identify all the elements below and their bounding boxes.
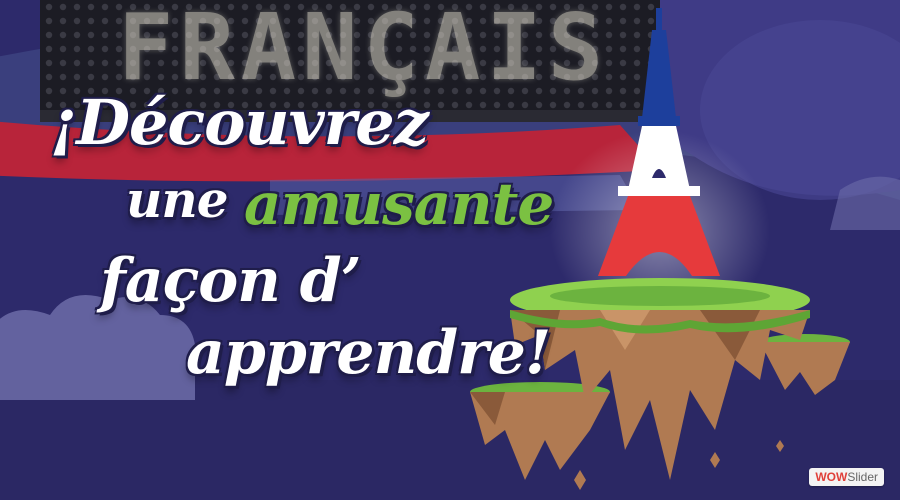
- badge-brand-part2: Slider: [847, 470, 878, 484]
- slide: FRANÇAIS ¡Découvrez une amusante façon d…: [0, 0, 900, 500]
- badge-brand-part1: WOW: [815, 470, 848, 484]
- wowslider-badge[interactable]: WOWSlider: [809, 468, 884, 486]
- led-board-text: FRANÇAIS: [118, 0, 610, 101]
